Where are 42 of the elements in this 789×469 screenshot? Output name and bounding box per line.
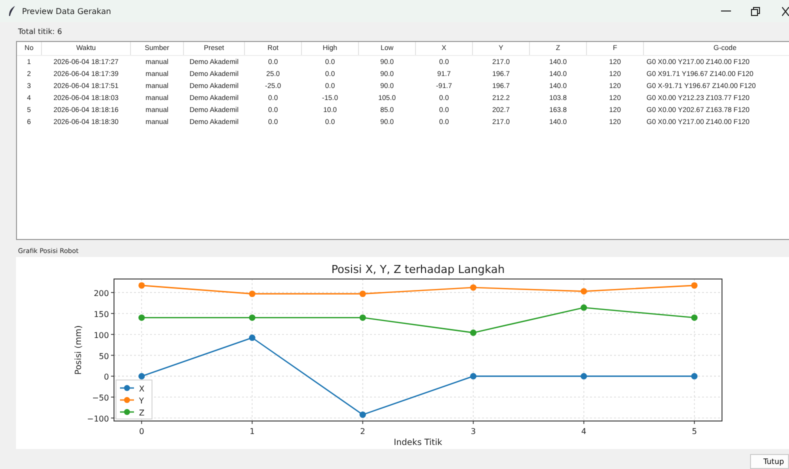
y-tick-label: 50 (98, 352, 109, 361)
x-tick-label: 4 (581, 427, 586, 436)
point (360, 314, 366, 321)
point (360, 411, 366, 418)
legend-label: Z (139, 408, 144, 418)
point (360, 290, 366, 298)
window-title: Preview Data Gerakan (22, 6, 112, 16)
close-icon[interactable] (782, 6, 789, 16)
point (691, 282, 698, 289)
point (580, 288, 588, 294)
x-tick-label: 0 (139, 427, 144, 436)
x-tick-label: 1 (250, 427, 255, 436)
point (138, 282, 145, 289)
point (470, 284, 476, 291)
point (138, 314, 145, 321)
y-tick-label: 150 (94, 310, 109, 319)
point (580, 304, 588, 311)
y-tick-label: 200 (94, 289, 109, 298)
x-axis-label: Indeks Titik (394, 438, 442, 448)
point (470, 373, 476, 380)
y-tick-label: 100 (94, 330, 109, 340)
point (691, 314, 698, 321)
point (138, 373, 145, 380)
legend-label: X (139, 384, 144, 394)
feather-icon (8, 6, 16, 16)
restore-icon[interactable] (751, 6, 760, 16)
point (580, 373, 588, 380)
x-tick-label: 3 (470, 427, 476, 436)
x-tick-label: 2 (360, 427, 366, 436)
y-tick-label: −50 (92, 394, 109, 403)
y-tick-label: −100 (87, 414, 109, 424)
y-axis-label: Posisi (mm) (74, 325, 84, 375)
point (248, 314, 256, 321)
legend-label: Y (139, 396, 144, 406)
y-tick-label: 0 (104, 372, 109, 382)
point (248, 290, 256, 298)
point (248, 334, 256, 341)
legend-box (116, 380, 152, 420)
point (470, 330, 476, 336)
chart-title: Posisi X, Y, Z terhadap Langkah (331, 263, 505, 276)
point (691, 373, 698, 380)
x-tick-label: 5 (692, 427, 697, 436)
